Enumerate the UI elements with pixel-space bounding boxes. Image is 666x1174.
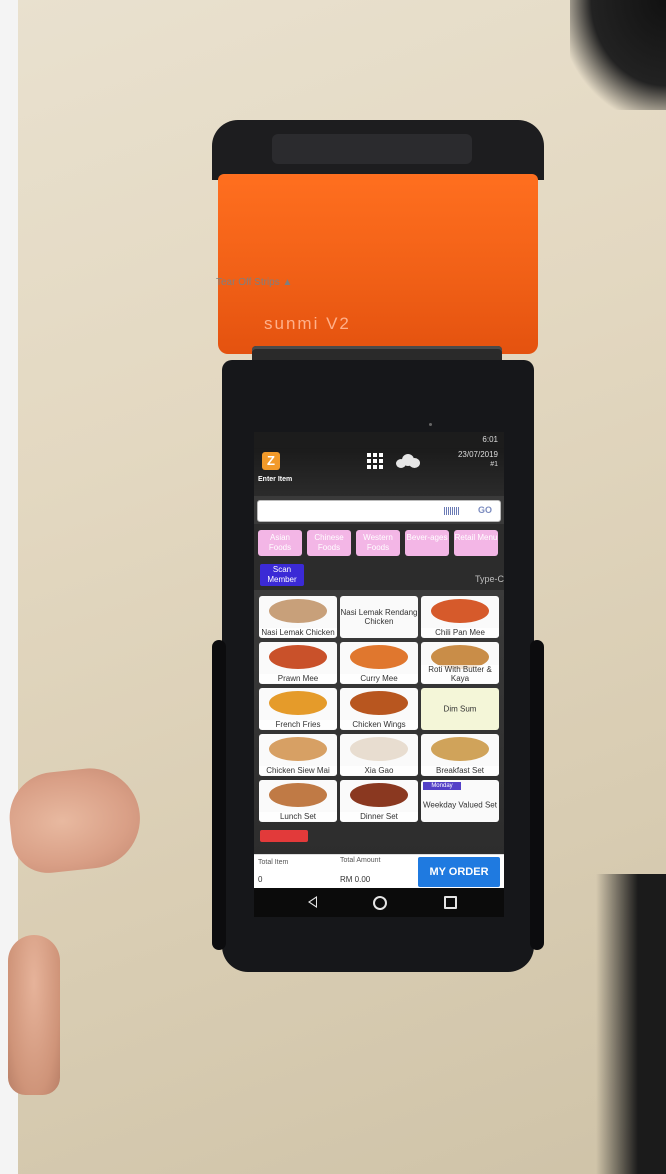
app-header: Z Enter Item 23/07/2019 #1 (254, 448, 504, 496)
category-row: Asian Foods Chinese Foods Western Foods … (254, 524, 504, 560)
total-amount-label: Total Amount (340, 857, 381, 864)
photo-shadow-top-right (570, 0, 666, 110)
tear-off-label: Tear Off Strips ▲ (216, 277, 293, 288)
food-image (431, 737, 489, 761)
weekday-tag: Monday (423, 782, 461, 790)
dot (429, 423, 432, 426)
barcode-icon[interactable] (444, 507, 460, 515)
status-time: 6:01 (482, 435, 498, 444)
menu-item-chicken-wings[interactable]: Chicken Wings (340, 688, 418, 730)
menu-item-dim-sum[interactable]: Dim Sum (421, 688, 499, 730)
menu-items-grid: Nasi Lemak Chicken Nasi Lemak Rendang Ch… (254, 590, 504, 854)
finger (8, 935, 60, 1095)
food-image (269, 737, 327, 761)
menu-item-french-fries[interactable]: French Fries (259, 688, 337, 730)
category-beverages[interactable]: Bever-ages (405, 530, 449, 556)
date-text: 23/07/2019 (457, 450, 498, 459)
status-bar: 6:01 (254, 432, 504, 448)
menu-item-roti-butter-kaya[interactable]: Roti With Butter & Kaya (421, 642, 499, 684)
category-chinese-foods[interactable]: Chinese Foods (307, 530, 351, 556)
category-retail-menu[interactable]: Retail Menu (454, 530, 498, 556)
food-image (350, 737, 408, 761)
menu-item-chili-pan-mee[interactable]: Chili Pan Mee (421, 596, 499, 638)
side-grip-left (212, 640, 226, 950)
total-amount-value: RM 0.00 (340, 875, 371, 884)
touchscreen: 6:01 Z Enter Item 23/07/2019 #1 GO Asian… (254, 432, 504, 917)
menu-item-curry-mee[interactable]: Curry Mee (340, 642, 418, 684)
menu-item-weekday-valued-set[interactable]: Monday Weekday Valued Set (421, 780, 499, 822)
menu-item-breakfast-set[interactable]: Breakfast Set (421, 734, 499, 776)
food-image (269, 599, 327, 623)
food-image (350, 691, 408, 715)
cloud-sync-icon[interactable] (396, 454, 420, 468)
food-image (350, 645, 408, 669)
photo-shadow-bottom-right (596, 874, 666, 1174)
menu-item-nasi-lemak-chicken[interactable]: Nasi Lemak Chicken (259, 596, 337, 638)
scan-row: Scan Member Type-C (254, 560, 504, 590)
device-brand: sunmi V2 (264, 314, 351, 333)
my-order-button[interactable]: MY ORDER (418, 857, 500, 887)
recent-apps-icon[interactable] (444, 896, 457, 909)
total-item-value: 0 (258, 875, 263, 884)
enter-item-label: Enter Item (258, 476, 293, 483)
food-image (269, 783, 327, 807)
grid-menu-icon[interactable] (366, 452, 384, 470)
total-item-label: Total Item (258, 859, 289, 866)
type-c-label: Type-C (474, 574, 504, 584)
menu-item-dinner-set[interactable]: Dinner Set (340, 780, 418, 822)
home-icon[interactable] (373, 896, 387, 910)
search-input[interactable]: GO (257, 500, 501, 522)
category-asian-foods[interactable]: Asian Foods (258, 530, 302, 556)
food-image (269, 691, 327, 715)
app-logo-icon: Z (262, 452, 280, 470)
back-icon[interactable] (308, 896, 317, 908)
printer-cover: sunmi V2 (218, 174, 538, 354)
date-display: 23/07/2019 #1 (458, 450, 498, 470)
menu-item-xia-gao[interactable]: Xia Gao (340, 734, 418, 776)
food-image (431, 599, 489, 623)
menu-item-prawn-mee[interactable]: Prawn Mee (259, 642, 337, 684)
android-nav-bar (254, 888, 504, 917)
printer-cap (212, 120, 544, 180)
food-image (269, 645, 327, 669)
scan-member-button[interactable]: Scan Member (260, 564, 304, 586)
finger (5, 763, 145, 877)
terminal-number: #1 (490, 461, 498, 468)
category-western-foods[interactable]: Western Foods (356, 530, 400, 556)
menu-item-nasi-lemak-rendang-chicken[interactable]: Nasi Lemak Rendang Chicken (340, 596, 418, 638)
red-indicator (260, 830, 308, 842)
search-row: GO (254, 496, 504, 524)
food-image (350, 783, 408, 807)
menu-item-chicken-siew-mai[interactable]: Chicken Siew Mai (259, 734, 337, 776)
side-grip-right (530, 640, 544, 950)
order-summary-bar: Total Item 0 Total Amount RM 0.00 MY ORD… (254, 854, 504, 889)
go-button[interactable]: GO (478, 505, 492, 515)
menu-item-lunch-set[interactable]: Lunch Set (259, 780, 337, 822)
